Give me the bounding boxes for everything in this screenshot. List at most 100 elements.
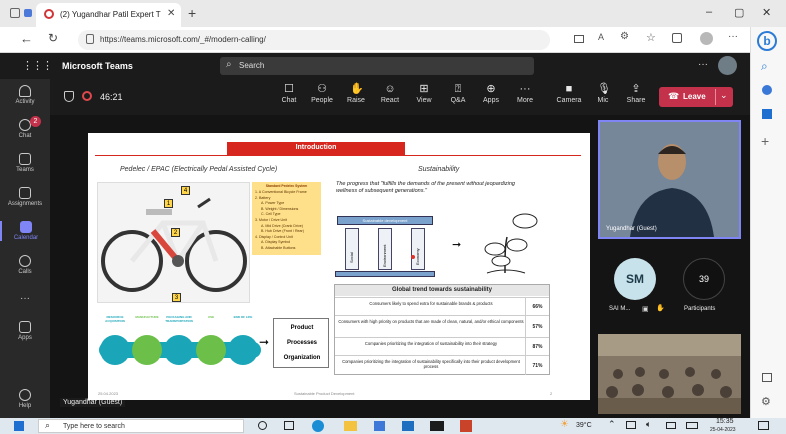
- rail-item-teams[interactable]: Teams: [0, 153, 50, 173]
- rail-item-help[interactable]: Help: [0, 389, 50, 409]
- leave-label: Leave: [683, 92, 706, 101]
- teams-search-input[interactable]: ⌕ Search: [220, 57, 534, 75]
- arrow-right-icon: ➞: [452, 239, 462, 251]
- back-icon[interactable]: ←: [20, 31, 33, 46]
- raise-hand-icon: ✋: [350, 83, 364, 95]
- read-aloud-icon[interactable]: A: [598, 32, 604, 42]
- more-button[interactable]: ··· More: [510, 83, 540, 104]
- share-button[interactable]: ⇪ Share: [621, 83, 651, 104]
- collections-icon[interactable]: [672, 33, 682, 43]
- leave-button[interactable]: ☎ Leave ⌄: [659, 87, 733, 107]
- tab-title: (2) Yugandhar Patil Expert T: [60, 10, 161, 19]
- pointer-dot: [411, 255, 415, 259]
- rail-item-apps[interactable]: Apps: [0, 321, 50, 341]
- sidebar-search-icon[interactable]: ⌕: [761, 59, 768, 74]
- presenter-video-tile[interactable]: Yugandhar (Guest): [598, 120, 741, 239]
- rail-item-chat[interactable]: Chat 2: [0, 116, 50, 139]
- browser-tab-strip: (2) Yugandhar Patil Expert T ✕ + – ▢ ✕: [0, 0, 786, 27]
- windows-start-icon[interactable]: [14, 421, 24, 431]
- raise-hand-button[interactable]: ✋ Raise: [341, 83, 371, 104]
- sidebar-outlook-icon[interactable]: [762, 109, 772, 119]
- rail-item-calls[interactable]: Calls: [0, 255, 50, 275]
- slide-title-bar: Introduction: [227, 142, 405, 155]
- lock-icon: [86, 34, 94, 44]
- browser-tab[interactable]: (2) Yugandhar Patil Expert T ✕: [36, 3, 181, 27]
- react-button[interactable]: ☺ React: [375, 83, 405, 104]
- store-taskbar-icon[interactable]: [374, 421, 385, 431]
- address-bar[interactable]: https://teams.microsoft.com/_#/modern-ca…: [78, 30, 550, 50]
- task-view-icon[interactable]: [284, 421, 294, 430]
- slide-footer-date: 25.04.2023: [98, 391, 119, 396]
- browser-more-icon[interactable]: ···: [728, 31, 738, 42]
- new-tab-icon[interactable]: +: [188, 5, 196, 21]
- minimize-icon[interactable]: –: [706, 6, 712, 18]
- taskbar-search-box[interactable]: ⌕ Type here to search: [38, 419, 244, 433]
- chat-button[interactable]: ☐ Chat: [274, 83, 304, 104]
- extensions-icon[interactable]: ⚙: [620, 31, 629, 42]
- explorer-taskbar-icon[interactable]: [344, 421, 357, 431]
- chevron-down-icon[interactable]: ⌄: [720, 90, 728, 101]
- favorite-icon[interactable]: ☆: [646, 31, 656, 44]
- sai-name: SAI M...: [609, 306, 631, 312]
- slide-title-rule: [95, 155, 581, 156]
- meeting-timer: 46:21: [100, 92, 123, 102]
- legend-list: 1. A Conventional Bicycle Frame 2. Batter…: [255, 190, 318, 252]
- notifications-icon[interactable]: [758, 421, 769, 430]
- app-available-icon[interactable]: [574, 35, 584, 43]
- tab-close-icon[interactable]: ✕: [167, 8, 175, 19]
- weather-temp: 39°C: [576, 422, 592, 429]
- cortana-icon[interactable]: [258, 421, 267, 430]
- sidebar-layout-icon[interactable]: [762, 373, 772, 382]
- app-launcher-icon[interactable]: ⋮⋮⋮: [22, 59, 53, 72]
- window-close-icon[interactable]: ✕: [762, 6, 771, 19]
- mail-taskbar-icon[interactable]: [402, 421, 414, 431]
- tray-chevron-icon[interactable]: ⌃: [608, 419, 616, 430]
- participants-tile[interactable]: 39 Participants: [680, 258, 728, 318]
- clock-time: 15:35: [716, 418, 734, 425]
- edge-sidebar: b ⌕ + ⚙: [750, 27, 786, 418]
- mic-button[interactable]: 🎙︎ Mic: [588, 83, 618, 104]
- edge-taskbar-icon[interactable]: [312, 420, 324, 432]
- chat-icon: ☐: [284, 83, 294, 95]
- network-icon[interactable]: [626, 421, 636, 429]
- maximize-icon[interactable]: ▢: [734, 6, 744, 19]
- browser-menu-icon[interactable]: [10, 8, 20, 18]
- room-video-tile[interactable]: [598, 334, 741, 414]
- powerpoint-taskbar-icon[interactable]: [460, 420, 472, 432]
- rail-item-calendar[interactable]: Calendar: [0, 221, 50, 241]
- rail-item-activity[interactable]: Activity: [0, 85, 50, 105]
- bicycle-illustration: [101, 197, 247, 292]
- sidebar-settings-icon[interactable]: ⚙: [761, 395, 771, 408]
- battery-icon[interactable]: [666, 422, 676, 429]
- apps-button[interactable]: ⊕ Apps: [476, 83, 506, 104]
- process-icon-panel: RESOURCE ACQUISITION MANUFACTURE PACKAGING…: [97, 315, 265, 372]
- pillars-roof: Sustainable development: [337, 216, 433, 225]
- recording-icon: [44, 9, 54, 19]
- search-placeholder: Search: [239, 61, 265, 70]
- url-text: https://teams.microsoft.com/_#/modern-ca…: [100, 35, 266, 44]
- bing-icon[interactable]: b: [757, 31, 777, 51]
- people-button[interactable]: ⚇ People: [307, 83, 337, 104]
- qa-button[interactable]: ⍰ Q&A: [443, 83, 473, 104]
- more-icon: ···: [519, 83, 531, 95]
- teams-more-icon[interactable]: ···: [698, 59, 708, 70]
- rail-item-assignments[interactable]: Assignments: [0, 187, 50, 207]
- trend-row-value: 71%: [525, 356, 549, 375]
- volume-icon[interactable]: 🔈︎: [646, 419, 651, 430]
- camera-button[interactable]: ■ Camera: [554, 83, 584, 104]
- app-taskbar-icon[interactable]: [430, 421, 444, 431]
- slide-footer-page: 2: [550, 391, 553, 396]
- sai-participant-tile[interactable]: SM SAI M...: [609, 258, 658, 318]
- keyboard-icon[interactable]: [686, 422, 698, 429]
- bicycle-image: [97, 182, 250, 303]
- rail-item-more[interactable]: ···: [0, 293, 50, 304]
- refresh-icon[interactable]: ↻: [48, 31, 58, 45]
- apps-icon: [19, 321, 31, 333]
- sidebar-add-icon[interactable]: +: [761, 133, 769, 149]
- tab-actions-icon[interactable]: [24, 9, 32, 17]
- view-button[interactable]: ⊞ View: [409, 83, 439, 104]
- user-avatar[interactable]: [718, 56, 737, 75]
- sidebar-office-icon[interactable]: [762, 85, 772, 95]
- app-name: Microsoft Teams: [62, 61, 133, 71]
- profile-icon[interactable]: [700, 32, 713, 45]
